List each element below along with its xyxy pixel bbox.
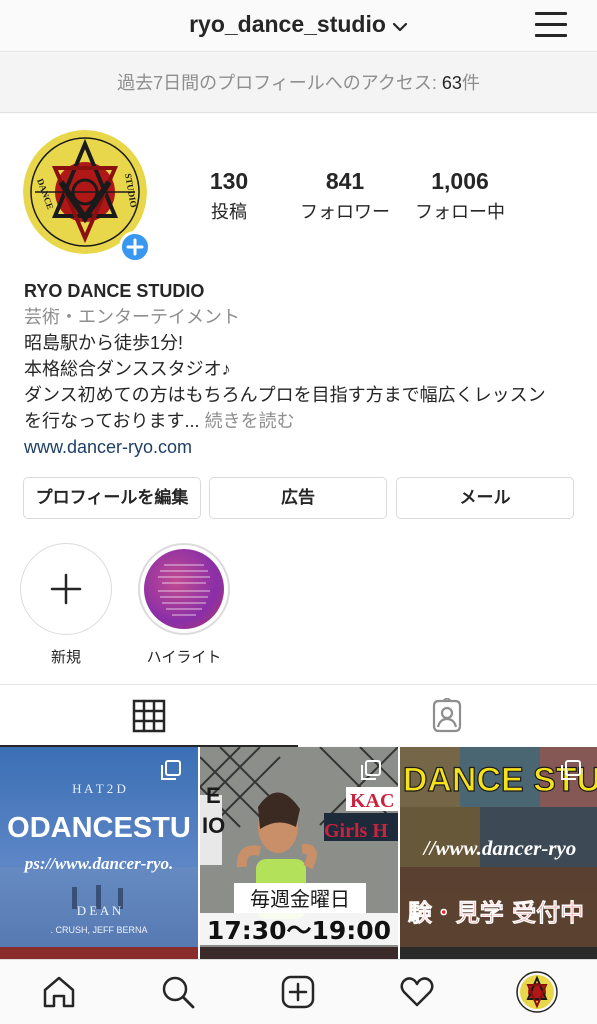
highlight-cover bbox=[138, 543, 230, 635]
profile-visits-suffix: 件 bbox=[461, 73, 480, 93]
stat-followers[interactable]: 841 フォロワー bbox=[292, 168, 398, 224]
tile3-url-text: //www.dancer-ryo bbox=[422, 836, 577, 860]
profile-section: DANCE STUDIO 130 投稿 841 フォロワー 1,006 フォロー… bbox=[0, 114, 597, 684]
highlight-item[interactable]: ハイライト bbox=[138, 543, 230, 667]
plus-icon bbox=[50, 573, 81, 604]
tile2-side-text-2: IO bbox=[202, 813, 225, 838]
tile1-bottom-text: D E A N bbox=[77, 903, 122, 918]
post-tile[interactable]: DANCE STU //www.dancer-ryo 験・見学 受付中 bbox=[400, 747, 597, 959]
highlight-new[interactable]: 新規 bbox=[20, 543, 112, 667]
post-grid: H A T 2 D ODANCESTU ps://www.dancer-ryo.… bbox=[0, 747, 597, 959]
tile1-main-text: ODANCESTU bbox=[7, 812, 191, 844]
activity-heart-icon[interactable] bbox=[399, 974, 435, 1010]
stat-followers-label: フォロワー bbox=[300, 202, 390, 222]
stat-following[interactable]: 1,006 フォロー中 bbox=[406, 168, 514, 224]
profile-avatar[interactable]: DANCE STUDIO bbox=[23, 130, 151, 263]
post-tile[interactable]: H A T 2 D ODANCESTU ps://www.dancer-ryo.… bbox=[0, 747, 198, 959]
stat-posts-label: 投稿 bbox=[211, 202, 247, 222]
tile1-small-text: . CRUSH, JEFF BERNA bbox=[50, 925, 147, 935]
highlight-label: 新規 bbox=[50, 649, 81, 666]
tile3-bottom-text: 験・見学 受付中 bbox=[408, 899, 584, 927]
bottom-navigation bbox=[0, 959, 597, 1024]
tile2-sign-2: Girls H bbox=[324, 820, 388, 842]
read-more-link[interactable]: 続きを読む bbox=[205, 411, 295, 431]
email-button[interactable]: メール bbox=[396, 477, 574, 519]
new-post-icon[interactable] bbox=[280, 974, 316, 1010]
account-switcher[interactable]: ryo_dance_studio bbox=[0, 11, 597, 39]
tile2-sign-1: KAC bbox=[350, 790, 394, 812]
tile1-url-text: ps://www.dancer-ryo. bbox=[23, 854, 174, 873]
bio-line: を行なっております... bbox=[24, 411, 200, 431]
tile2-time-text: 17:30〜19:00 bbox=[207, 916, 391, 945]
home-icon[interactable] bbox=[41, 974, 77, 1010]
stat-following-label: フォロー中 bbox=[415, 202, 505, 222]
tagged-person-icon bbox=[432, 698, 462, 733]
tile1-top-text: H A T 2 D bbox=[72, 781, 126, 796]
profile-visits-count: 63 bbox=[441, 73, 462, 93]
grid-icon bbox=[132, 699, 166, 733]
tile2-day-text: 毎週金曜日 bbox=[250, 887, 350, 911]
profile-visits-text: 過去7日間のプロフィールへのアクセス: bbox=[117, 73, 442, 93]
profile-avatar-icon[interactable] bbox=[516, 971, 558, 1013]
tab-grid[interactable] bbox=[0, 685, 298, 747]
add-story-button[interactable] bbox=[119, 231, 151, 263]
profile-bio: RYO DANCE STUDIO 芸術・エンターテイメント 昭島駅から徒歩1分!… bbox=[24, 278, 584, 460]
content-tabs bbox=[0, 684, 597, 747]
menu-icon[interactable] bbox=[535, 11, 567, 37]
profile-visits-banner[interactable]: 過去7日間のプロフィールへのアクセス: 63件 bbox=[0, 53, 597, 113]
ads-button[interactable]: 広告 bbox=[209, 477, 387, 519]
tile2-side-text-1: E bbox=[206, 783, 221, 808]
website-link[interactable]: www.dancer-ryo.com bbox=[24, 434, 584, 460]
highlight-cover-image bbox=[144, 549, 224, 629]
category-label: 芸術・エンターテイメント bbox=[24, 307, 240, 327]
search-icon[interactable] bbox=[160, 974, 196, 1010]
stat-following-count: 1,006 bbox=[431, 168, 489, 194]
display-name: RYO DANCE STUDIO bbox=[24, 281, 205, 301]
edit-profile-button[interactable]: プロフィールを編集 bbox=[23, 477, 201, 519]
bio-line: 本格総合ダンススタジオ♪ bbox=[24, 359, 231, 379]
top-bar: ryo_dance_studio bbox=[0, 0, 597, 52]
new-highlight-circle bbox=[20, 543, 112, 635]
chevron-down-icon bbox=[392, 12, 408, 39]
highlight-label: ハイライト bbox=[146, 649, 222, 666]
post-tile[interactable]: E IO KAC Girls H 毎週金曜日 17:30〜19:00 bbox=[200, 747, 398, 959]
stat-posts-count: 130 bbox=[209, 168, 249, 194]
stat-followers-count: 841 bbox=[325, 168, 365, 194]
bio-line: ダンス初めての方はもちろんプロを目指す方まで幅広くレッスン bbox=[24, 385, 546, 405]
stat-posts[interactable]: 130 投稿 bbox=[190, 168, 268, 224]
username-title: ryo_dance_studio bbox=[189, 11, 386, 37]
tab-tagged[interactable] bbox=[299, 685, 597, 747]
bio-line: 昭島駅から徒歩1分! bbox=[24, 333, 184, 353]
